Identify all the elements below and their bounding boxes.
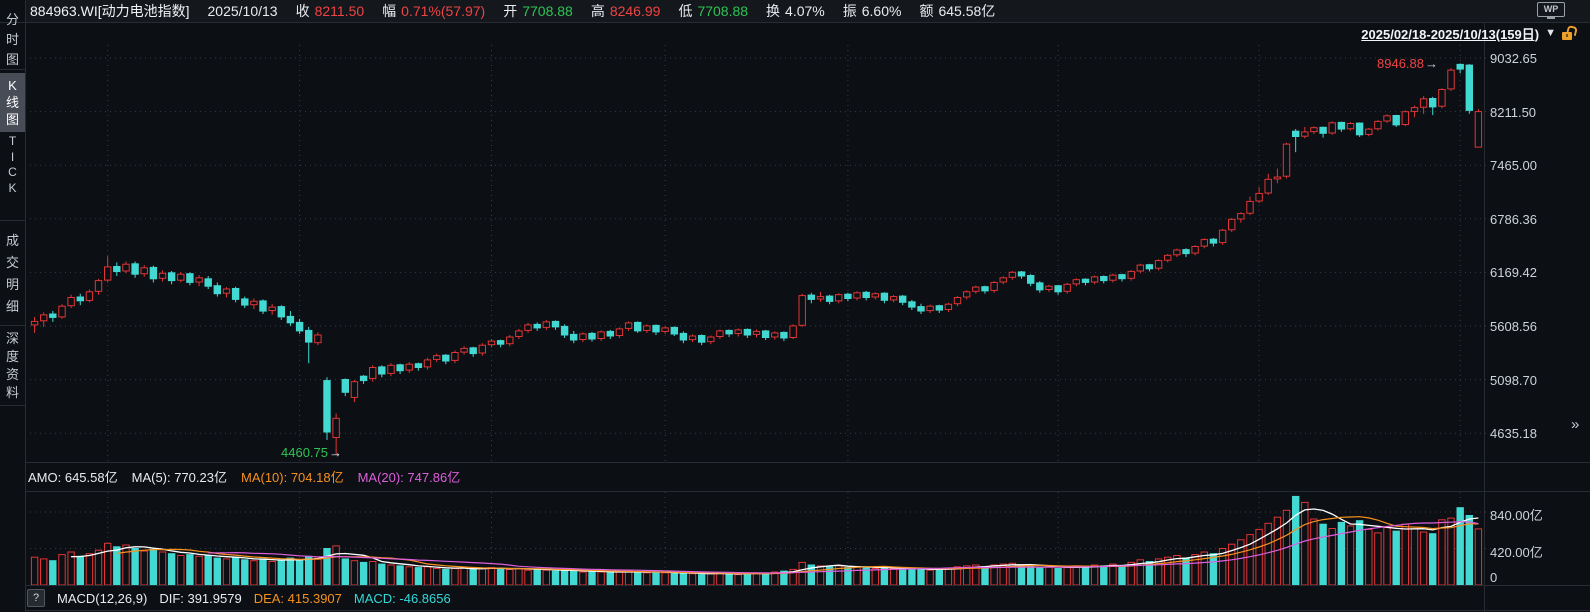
amo-segment: MA(10): 704.18亿	[241, 467, 344, 486]
period-high-annotation: 8946.88→	[1377, 56, 1438, 71]
candlesticks	[31, 63, 1481, 454]
chart-canvas[interactable]	[0, 0, 1590, 612]
expand-panel-icon[interactable]: »	[1571, 416, 1579, 433]
header-stats: 收8211.50 幅0.71%(57.97) 开7708.88 高8246.99 低77…	[296, 1, 996, 21]
arrow-right-icon: →	[1425, 56, 1438, 71]
header-stat: 开7708.88	[503, 1, 573, 21]
price-axis-label: 7465.00	[1490, 158, 1537, 173]
gridlines	[30, 45, 1492, 585]
sidebar-tab-3[interactable]: TICK	[0, 134, 25, 196]
price-axis-label: 4635.18	[1490, 426, 1537, 441]
macd-indicator-row: ? MACD(12,26,9) DIF: 391.9579 DEA: 415.390…	[27, 588, 451, 608]
header-stat: 换4.07%	[766, 1, 825, 21]
amo-segment: MA(20): 747.86亿	[358, 467, 461, 486]
volume-bars	[31, 496, 1481, 585]
price-axis-label: 5098.70	[1490, 373, 1537, 388]
header-stat: 额645.58亿	[919, 1, 995, 21]
left-tab-sidebar: 分时图 K线图TICK 成交明细深度资料	[0, 0, 25, 612]
header-stat: 幅0.71%(57.97)	[382, 1, 485, 21]
symbol-title: 884963.WI[动力电池指数]	[30, 1, 190, 21]
panel-borders	[0, 0, 1590, 612]
trade-date: 2025/10/13	[208, 3, 278, 19]
header-bar: 884963.WI[动力电池指数] 2025/10/13 收8211.50 幅0.…	[26, 0, 1590, 22]
volume-axis-label: 840.00亿	[1490, 505, 1543, 524]
price-axis-label: 6786.36	[1490, 212, 1537, 227]
sidebar-tab-1[interactable]: 分时图	[0, 10, 25, 70]
price-axis-label: 6169.42	[1490, 265, 1537, 280]
header-stat: 高8246.99	[591, 1, 661, 21]
macd-segment: DEA: 415.3907	[254, 591, 342, 606]
arrow-right-icon: →	[329, 445, 342, 460]
price-axis-label: 5608.56	[1490, 319, 1537, 334]
price-axis-label: 8211.50	[1490, 105, 1536, 120]
kline-app: 884963.WI[动力电池指数] 2025/10/13 收8211.50 幅0.…	[0, 0, 1590, 612]
volume-indicator-row: AMO: 645.58亿 MA(5): 770.23亿 MA(10): 704.18…	[28, 464, 460, 488]
volume-axis-label: 0	[1490, 570, 1497, 585]
macd-segment: MACD: -46.8656	[354, 591, 451, 606]
price-axis-label: 9032.65	[1490, 51, 1537, 66]
help-icon[interactable]: ?	[27, 589, 45, 607]
header-stat: 低7708.88	[678, 1, 748, 21]
amo-segment: AMO: 645.58亿	[28, 467, 118, 486]
unlock-icon[interactable]	[1562, 26, 1574, 40]
date-range-control[interactable]: 2025/02/18-2025/10/13(159日) ▼	[1361, 25, 1574, 41]
wp-monitor-icon[interactable]: WP	[1537, 2, 1565, 17]
sidebar-tab-2[interactable]: K线图	[0, 73, 25, 132]
sidebar-tab-4[interactable]: 成交明细	[0, 230, 25, 318]
chevron-down-icon[interactable]: ▼	[1545, 27, 1556, 39]
header-stat: 收8211.50	[296, 1, 365, 21]
period-low-annotation: 4460.75→	[281, 445, 342, 460]
date-range-label[interactable]: 2025/02/18-2025/10/13(159日)	[1361, 24, 1539, 43]
volume-axis-label: 420.00亿	[1490, 542, 1543, 561]
header-stat: 振6.60%	[843, 1, 902, 21]
macd-segment: MACD(12,26,9)	[57, 591, 147, 606]
amo-segment: MA(5): 770.23亿	[132, 467, 227, 486]
sidebar-tab-5[interactable]: 深度资料	[0, 330, 25, 402]
macd-segment: DIF: 391.9579	[159, 591, 241, 606]
